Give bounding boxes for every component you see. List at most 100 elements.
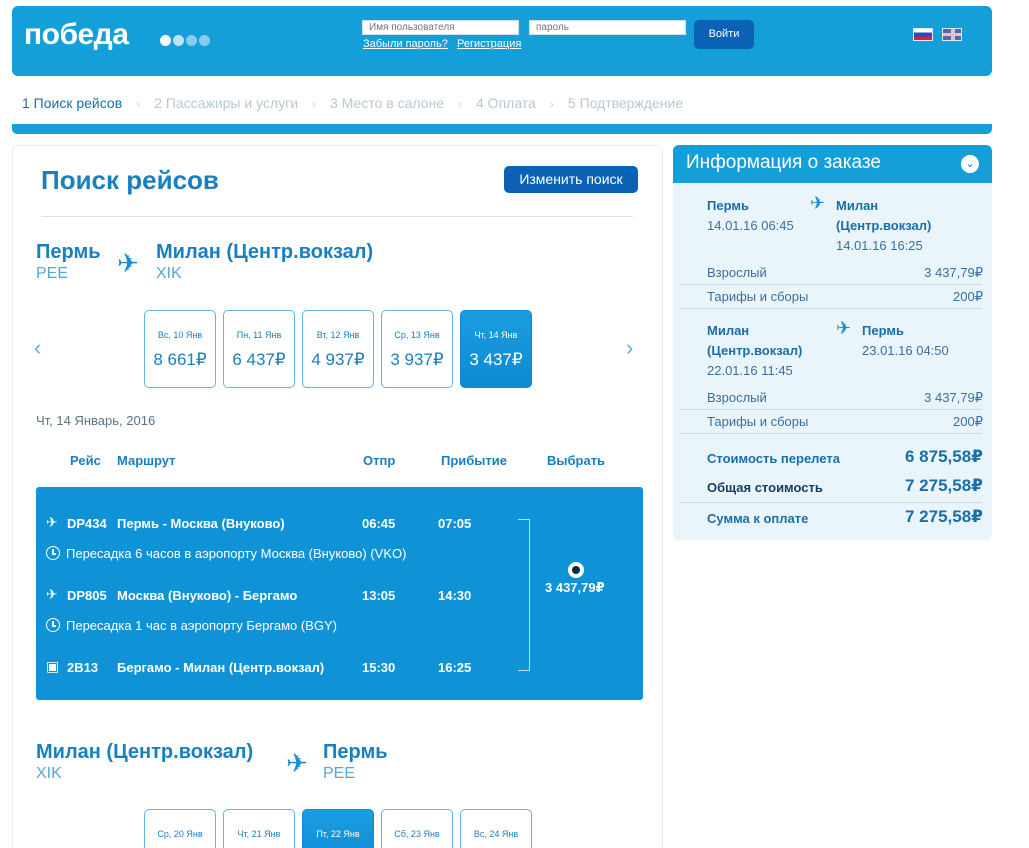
order-out-from: Пермь (707, 198, 749, 213)
password-input[interactable] (529, 20, 686, 35)
flight-number: 2B13 (67, 660, 99, 675)
order-out-to-line2: (Центр.вокзал) (836, 218, 932, 233)
next-dates-arrow-icon[interactable]: › (626, 337, 633, 359)
date-card-selected[interactable]: Пт, 22 Янв (302, 809, 374, 848)
clock-icon (46, 618, 60, 632)
outbound-to-city: Милан (Центр.вокзал) (156, 241, 374, 263)
date-price: 3 937₽ (390, 350, 444, 369)
date-card[interactable]: Сб, 23 Янв (381, 809, 453, 848)
flight-number: DP805 (67, 588, 107, 603)
date-label: Чт, 14 Янв (474, 330, 518, 340)
order-ret-from-datetime: 22.01.16 11:45 (707, 363, 793, 378)
chevron-right-icon: › (136, 97, 141, 111)
divider (680, 308, 982, 309)
steps-bar (12, 124, 992, 134)
plane-icon: ✈ (836, 318, 852, 338)
selected-date-heading: Чт, 14 Январь, 2016 (36, 413, 156, 428)
order-ret-from-line1: Милан (707, 323, 750, 338)
segment-route: Москва (Внуково) - Бергамо (117, 588, 298, 603)
chevron-down-icon[interactable]: ⌄ (961, 155, 979, 173)
order-ret-to-datetime: 23.01.16 04:50 (862, 343, 949, 358)
segment-departure: 06:45 (362, 516, 396, 531)
date-price: 6 437₽ (232, 350, 286, 369)
select-flight-radio[interactable] (568, 562, 584, 578)
date-label: Вс, 10 Янв (157, 330, 203, 340)
col-flight: Рейс (70, 453, 101, 468)
date-card[interactable]: Вс, 10 Янв 8 661₽ (144, 310, 216, 388)
return-from-city: Милан (Центр.вокзал) (36, 741, 254, 763)
step-passengers: 2 Пассажиры и услуги (154, 95, 299, 111)
date-price: 3 437₽ (469, 350, 523, 369)
username-input[interactable] (362, 20, 519, 35)
col-select: Выбрать (547, 453, 606, 468)
flight-cost-value: 6 875,58₽ (904, 447, 983, 466)
date-label: Ср, 20 Янв (157, 829, 203, 839)
order-ret-adult-value: 3 437,79₽ (924, 390, 983, 405)
segment-bracket (518, 519, 530, 671)
chevron-right-icon: › (458, 97, 462, 111)
date-label: Сб, 23 Янв (394, 829, 440, 839)
segment-route: Пермь - Москва (Внуково) (117, 516, 285, 531)
login-links: Забыли пароль? Регистрация (363, 38, 527, 50)
total-cost-label: Общая стоимость (707, 480, 823, 495)
date-card[interactable]: Ср, 13 Янв 3 937₽ (381, 310, 453, 388)
total-cost-value: 7 275,58₽ (904, 476, 983, 495)
order-out-from-datetime: 14.01.16 06:45 (707, 218, 794, 233)
uk-flag-icon[interactable] (942, 28, 962, 41)
divider (680, 502, 982, 503)
forgot-password-link[interactable]: Забыли пароль? (363, 38, 448, 50)
date-card[interactable]: Чт, 21 Янв (223, 809, 295, 848)
order-out-adult-value: 3 437,79₽ (924, 265, 983, 280)
transfer-info: Пересадка 1 час в аэропорту Бергамо (BGY… (66, 618, 337, 633)
plane-icon: ✈ (117, 248, 139, 278)
divider (680, 433, 982, 434)
prev-dates-arrow-icon[interactable]: ‹ (34, 337, 41, 359)
date-price: 4 937₽ (311, 350, 365, 369)
segment-departure: 13:05 (362, 588, 396, 603)
chevron-right-icon: › (312, 97, 317, 111)
date-card[interactable]: Вс, 24 Янв (460, 809, 532, 848)
step-payment: 4 Оплата (476, 95, 536, 111)
register-link[interactable]: Регистрация (457, 38, 521, 50)
outbound-from-code: PEE (36, 265, 69, 282)
pobeda-logo[interactable]: победа (24, 18, 129, 52)
date-label: Ср, 13 Янв (394, 330, 440, 340)
order-ret-to: Пермь (862, 323, 904, 338)
flight-cost-label: Стоимость перелета (707, 451, 840, 466)
russian-flag-icon[interactable] (913, 28, 933, 41)
return-to-city: Пермь (323, 741, 388, 763)
col-route: Маршрут (117, 453, 176, 468)
segment-departure: 15:30 (362, 660, 396, 675)
date-card[interactable]: Вт, 12 Янв 4 937₽ (302, 310, 374, 388)
outbound-from-city: Пермь (36, 241, 101, 263)
clock-icon (46, 546, 60, 560)
step-seat: 3 Место в салоне (330, 95, 444, 111)
date-card-selected[interactable]: Чт, 14 Янв 3 437₽ (460, 310, 532, 388)
date-label: Вт, 12 Янв (316, 330, 360, 340)
date-card[interactable]: Пн, 11 Янв 6 437₽ (223, 310, 295, 388)
order-ret-adult-label: Взрослый (707, 390, 767, 405)
plane-icon: ✈ (286, 748, 308, 778)
order-out-fees-value: 200₽ (953, 289, 983, 304)
order-out-to-line1: Милан (836, 198, 879, 213)
outbound-to-code: XIK (156, 265, 182, 282)
segment-arrival: 14:30 (438, 588, 472, 603)
order-info-title: Информация о заказе (686, 152, 881, 173)
divider (680, 409, 982, 410)
date-price: 8 661₽ (153, 350, 207, 369)
change-search-button[interactable]: Изменить поиск (504, 166, 638, 193)
login-button[interactable]: Войти (694, 20, 754, 49)
return-from-code: XIK (36, 765, 62, 782)
bus-icon: ▣ (46, 658, 60, 674)
date-card[interactable]: Ср, 20 Янв (144, 809, 216, 848)
amount-due-value: 7 275,58₽ (904, 507, 983, 526)
plane-icon: ✈ (810, 193, 826, 213)
segment-route: Бергамо - Милан (Центр.вокзал) (117, 660, 325, 675)
amount-due-label: Сумма к оплате (707, 511, 809, 526)
order-ret-fees-value: 200₽ (953, 414, 983, 429)
date-label: Вс, 24 Янв (473, 829, 519, 839)
order-out-fees-label: Тарифы и сборы (707, 289, 809, 304)
transfer-info: Пересадка 6 часов в аэропорту Москва (Вн… (66, 546, 407, 561)
page-title: Поиск рейсов (41, 165, 219, 195)
step-search[interactable]: 1 Поиск рейсов (22, 95, 122, 111)
